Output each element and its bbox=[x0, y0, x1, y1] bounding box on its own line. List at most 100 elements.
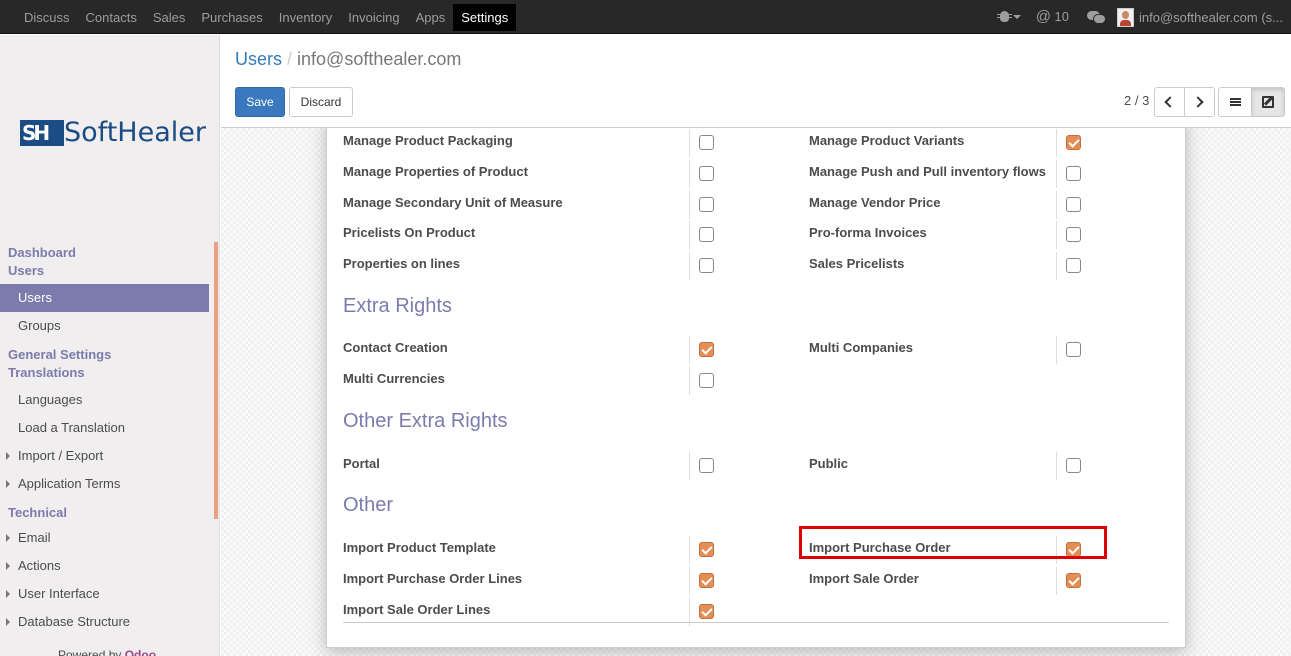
field-separator bbox=[689, 221, 690, 250]
menu-apps[interactable]: Apps bbox=[408, 4, 454, 31]
breadcrumb-current: info@softhealer.com bbox=[297, 49, 462, 69]
checkbox-properties-on-lines[interactable] bbox=[699, 258, 714, 274]
sidebar-item-users[interactable]: Users bbox=[0, 284, 209, 312]
checkbox-public[interactable] bbox=[1066, 458, 1081, 473]
edit-icon bbox=[1262, 96, 1274, 108]
sidebar-scrollbar[interactable] bbox=[214, 242, 218, 519]
menu-discuss[interactable]: Discuss bbox=[16, 4, 78, 31]
field-label-import-product-template: Import Product Template bbox=[343, 540, 496, 555]
checkbox-manage-secondary-unit-of-measure[interactable] bbox=[699, 196, 714, 212]
top-navbar: Discuss Contacts Sales Purchases Invento… bbox=[0, 0, 1291, 34]
pager-value[interactable]: 2 / 3 bbox=[1124, 93, 1149, 108]
field-separator bbox=[689, 159, 690, 188]
field-label-portal: Portal bbox=[343, 456, 380, 471]
sidebar-item-user-interface[interactable]: User Interface bbox=[0, 580, 209, 608]
systray: @ 10 info@softhealer.com (s... bbox=[996, 0, 1291, 34]
checkbox-manage-product-variants[interactable] bbox=[1066, 135, 1081, 150]
field-label-manage-product-packaging: Manage Product Packaging bbox=[343, 133, 513, 148]
menu-settings[interactable]: Settings bbox=[453, 4, 517, 31]
breadcrumb: Users / info@softhealer.com bbox=[235, 48, 461, 70]
checkbox-pricelists-on-product[interactable] bbox=[699, 227, 714, 243]
sidebar: SH SoftHealer Dashboard Users Users Grou… bbox=[0, 35, 220, 656]
top-menu: Discuss Contacts Sales Purchases Invento… bbox=[16, 4, 517, 31]
sidebar-item-groups[interactable]: Groups bbox=[0, 312, 209, 340]
mentions-counter[interactable]: @ 10 bbox=[1032, 0, 1077, 34]
checkbox-manage-push-and-pull-inventory-flows[interactable] bbox=[1066, 165, 1081, 181]
menu-sales[interactable]: Sales bbox=[145, 4, 194, 31]
breadcrumb-users[interactable]: Users bbox=[235, 49, 282, 69]
sidebar-item-import-export[interactable]: Import / Export bbox=[0, 442, 209, 470]
checkbox-contact-creation[interactable] bbox=[699, 342, 714, 357]
sidebar-item-actions[interactable]: Actions bbox=[0, 552, 209, 580]
pager-previous-button[interactable] bbox=[1154, 87, 1185, 117]
sidebar-item-email[interactable]: Email bbox=[0, 524, 209, 552]
chevron-right-icon bbox=[1192, 96, 1204, 108]
debug-icon[interactable] bbox=[996, 0, 1032, 34]
field-separator bbox=[1056, 566, 1057, 595]
checkbox-sales-pricelists[interactable] bbox=[1066, 258, 1081, 274]
list-icon bbox=[1230, 98, 1241, 100]
field-label-import-sale-order-lines: Import Sale Order Lines bbox=[343, 601, 491, 617]
checkbox-manage-vendor-price[interactable] bbox=[1066, 196, 1081, 212]
field-label-manage-properties-of-product: Manage Properties of Product bbox=[343, 163, 528, 179]
checkbox-multi-companies[interactable] bbox=[1066, 342, 1081, 357]
checkbox-pro-forma-invoices[interactable] bbox=[1066, 227, 1081, 243]
company-logo: SH SoftHealer bbox=[20, 117, 206, 150]
menu-invoicing[interactable]: Invoicing bbox=[340, 4, 407, 31]
checkbox-import-purchase-order-lines[interactable] bbox=[699, 572, 714, 588]
menu-inventory[interactable]: Inventory bbox=[271, 4, 340, 31]
field-label-import-sale-order: Import Sale Order bbox=[809, 570, 919, 586]
checkbox-multi-currencies[interactable] bbox=[699, 372, 714, 388]
save-button[interactable]: Save bbox=[235, 87, 285, 117]
sidebar-item-application-terms[interactable]: Application Terms bbox=[0, 470, 209, 498]
field-label-import-purchase-order-lines: Import Purchase Order Lines bbox=[343, 570, 523, 586]
discard-button[interactable]: Discard bbox=[289, 87, 353, 117]
field-separator bbox=[689, 190, 690, 219]
field-label-properties-on-lines: Properties on lines bbox=[343, 256, 461, 272]
checkbox-portal[interactable] bbox=[699, 458, 714, 473]
field-separator bbox=[1056, 252, 1057, 281]
sheet-divider bbox=[343, 622, 1169, 623]
logo-mark: SH bbox=[20, 120, 64, 146]
chevron-left-icon bbox=[1164, 96, 1176, 108]
field-separator bbox=[1056, 159, 1057, 188]
checkbox-manage-product-packaging[interactable] bbox=[699, 135, 714, 150]
field-separator bbox=[689, 336, 690, 364]
checkbox-import-sale-order-lines[interactable] bbox=[699, 603, 714, 619]
odoo-link[interactable]: Odoo bbox=[125, 648, 156, 656]
sidebar-section-dashboard[interactable]: Dashboard bbox=[0, 242, 209, 264]
field-separator bbox=[689, 566, 690, 595]
sidebar-section-technical[interactable]: Technical bbox=[0, 502, 209, 524]
sidebar-menu: Dashboard Users Users Groups General Set… bbox=[0, 242, 209, 636]
list-view-button[interactable] bbox=[1218, 87, 1252, 117]
field-separator bbox=[689, 129, 690, 157]
field-label-contact-creation: Contact Creation bbox=[343, 340, 448, 355]
sidebar-section-users[interactable]: Users bbox=[0, 262, 209, 282]
pager-next-button[interactable] bbox=[1184, 87, 1215, 117]
checkbox-import-product-template[interactable] bbox=[699, 542, 714, 557]
field-label-pro-forma-invoices: Pro-forma Invoices bbox=[809, 225, 927, 241]
section-title-other-extra-rights: Other Extra Rights bbox=[343, 410, 508, 432]
form-sheet: Manage Product Packaging Manage Product V… bbox=[326, 128, 1186, 648]
control-panel: Users / info@softhealer.com Save Discard 2… bbox=[221, 35, 1291, 128]
sidebar-section-translations[interactable]: Translations bbox=[0, 364, 209, 384]
sidebar-item-load-translation[interactable]: Load a Translation bbox=[0, 414, 209, 442]
sidebar-item-database-structure[interactable]: Database Structure bbox=[0, 608, 209, 636]
field-separator bbox=[689, 536, 690, 564]
user-name: info@softhealer.com (s... bbox=[1139, 9, 1283, 25]
mentions-count: 10 bbox=[1054, 9, 1070, 24]
checkbox-manage-properties-of-product[interactable] bbox=[699, 165, 714, 181]
menu-purchases[interactable]: Purchases bbox=[193, 4, 270, 31]
field-separator bbox=[1056, 336, 1057, 364]
field-label-public: Public bbox=[809, 456, 849, 471]
logo-text: SoftHealer bbox=[64, 117, 206, 148]
sidebar-section-general-settings[interactable]: General Settings bbox=[0, 344, 209, 366]
user-menu[interactable]: info@softhealer.com (s... bbox=[1117, 7, 1291, 27]
field-label-sales-pricelists: Sales Pricelists bbox=[809, 256, 905, 272]
menu-contacts[interactable]: Contacts bbox=[78, 4, 145, 31]
form-view-button[interactable] bbox=[1251, 87, 1285, 117]
section-title-other: Other bbox=[343, 494, 394, 516]
chat-icon[interactable] bbox=[1077, 0, 1117, 34]
sidebar-item-languages[interactable]: Languages bbox=[0, 386, 209, 414]
checkbox-import-sale-order[interactable] bbox=[1066, 572, 1081, 588]
